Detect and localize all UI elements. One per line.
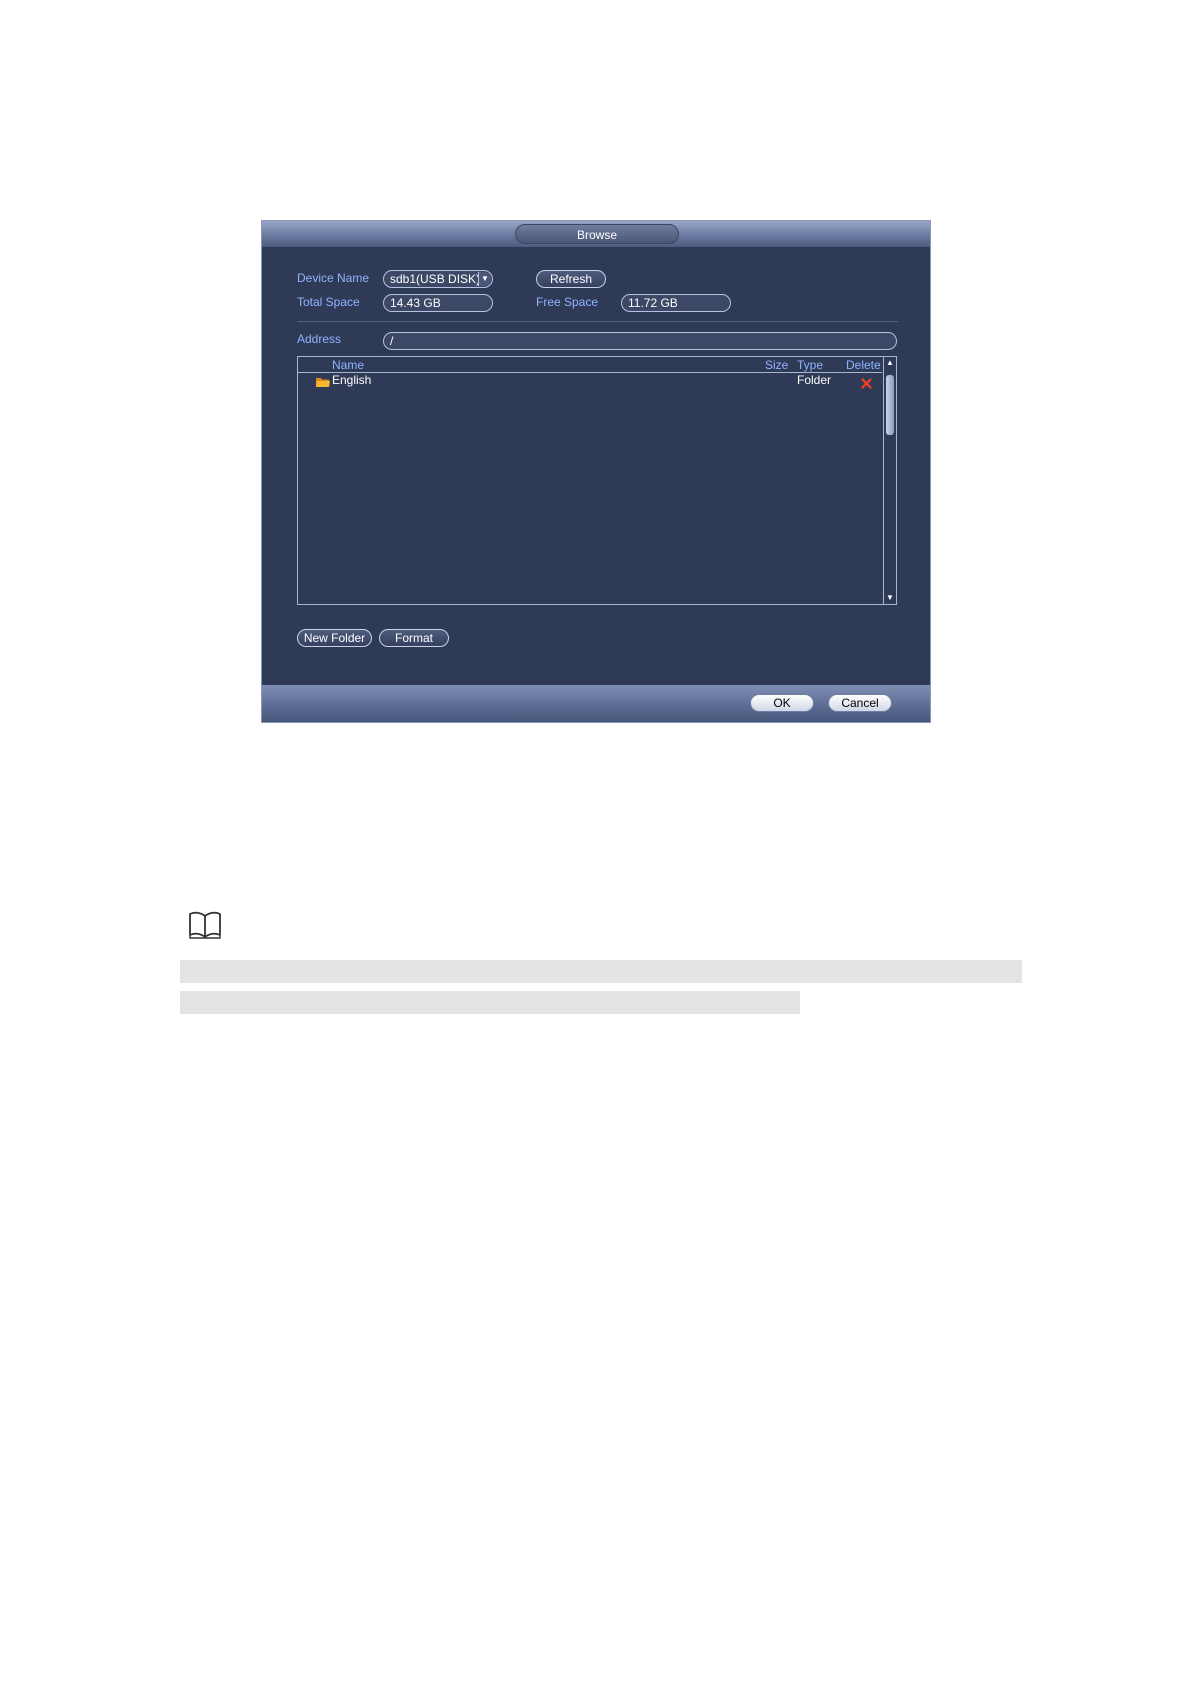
scrollbar[interactable]: ▲ ▼ bbox=[883, 357, 896, 604]
scroll-up-icon[interactable]: ▲ bbox=[884, 357, 896, 369]
address-input[interactable]: / bbox=[383, 332, 897, 350]
free-space-label: Free Space bbox=[536, 295, 599, 309]
file-type: Folder bbox=[797, 373, 832, 387]
folder-icon bbox=[316, 375, 330, 387]
file-name: English bbox=[332, 373, 372, 387]
free-space-field: 11.72 GB bbox=[621, 294, 731, 312]
address-label: Address bbox=[297, 332, 342, 346]
scroll-thumb[interactable] bbox=[886, 375, 894, 435]
cancel-button[interactable]: Cancel bbox=[828, 694, 892, 712]
device-name-select[interactable]: sdb1(USB DISK) ▼ bbox=[383, 270, 493, 288]
delete-icon[interactable] bbox=[861, 376, 872, 389]
total-space-field: 14.43 GB bbox=[383, 294, 493, 312]
ok-button[interactable]: OK bbox=[750, 694, 814, 712]
list-item[interactable]: English Folder bbox=[298, 373, 882, 389]
note-line-1 bbox=[180, 960, 1022, 983]
divider bbox=[297, 321, 898, 322]
column-header-type[interactable]: Type bbox=[797, 358, 823, 373]
book-icon bbox=[187, 910, 223, 940]
device-name-value: sdb1(USB DISK) bbox=[390, 272, 481, 286]
device-name-label: Device Name bbox=[297, 271, 370, 285]
dialog-title: Browse bbox=[515, 224, 679, 244]
new-folder-button[interactable]: New Folder bbox=[297, 629, 372, 647]
refresh-button[interactable]: Refresh bbox=[536, 270, 606, 288]
total-space-label: Total Space bbox=[297, 295, 360, 309]
column-header-name[interactable]: Name bbox=[332, 358, 364, 373]
column-header-delete[interactable]: Delete bbox=[846, 358, 881, 373]
column-header-size[interactable]: Size bbox=[765, 358, 788, 373]
title-bar: Browse bbox=[262, 221, 930, 247]
file-list: Name Size Type Delete English Folder ▲ ▼ bbox=[297, 356, 897, 605]
format-button[interactable]: Format bbox=[379, 629, 449, 647]
scroll-down-icon[interactable]: ▼ bbox=[884, 592, 896, 604]
note-line-2 bbox=[180, 991, 800, 1014]
bottom-bar: OK Cancel bbox=[262, 685, 930, 722]
browse-dialog: Browse Device Name sdb1(USB DISK) ▼ Refr… bbox=[262, 221, 930, 722]
chevron-down-icon[interactable]: ▼ bbox=[478, 272, 491, 286]
